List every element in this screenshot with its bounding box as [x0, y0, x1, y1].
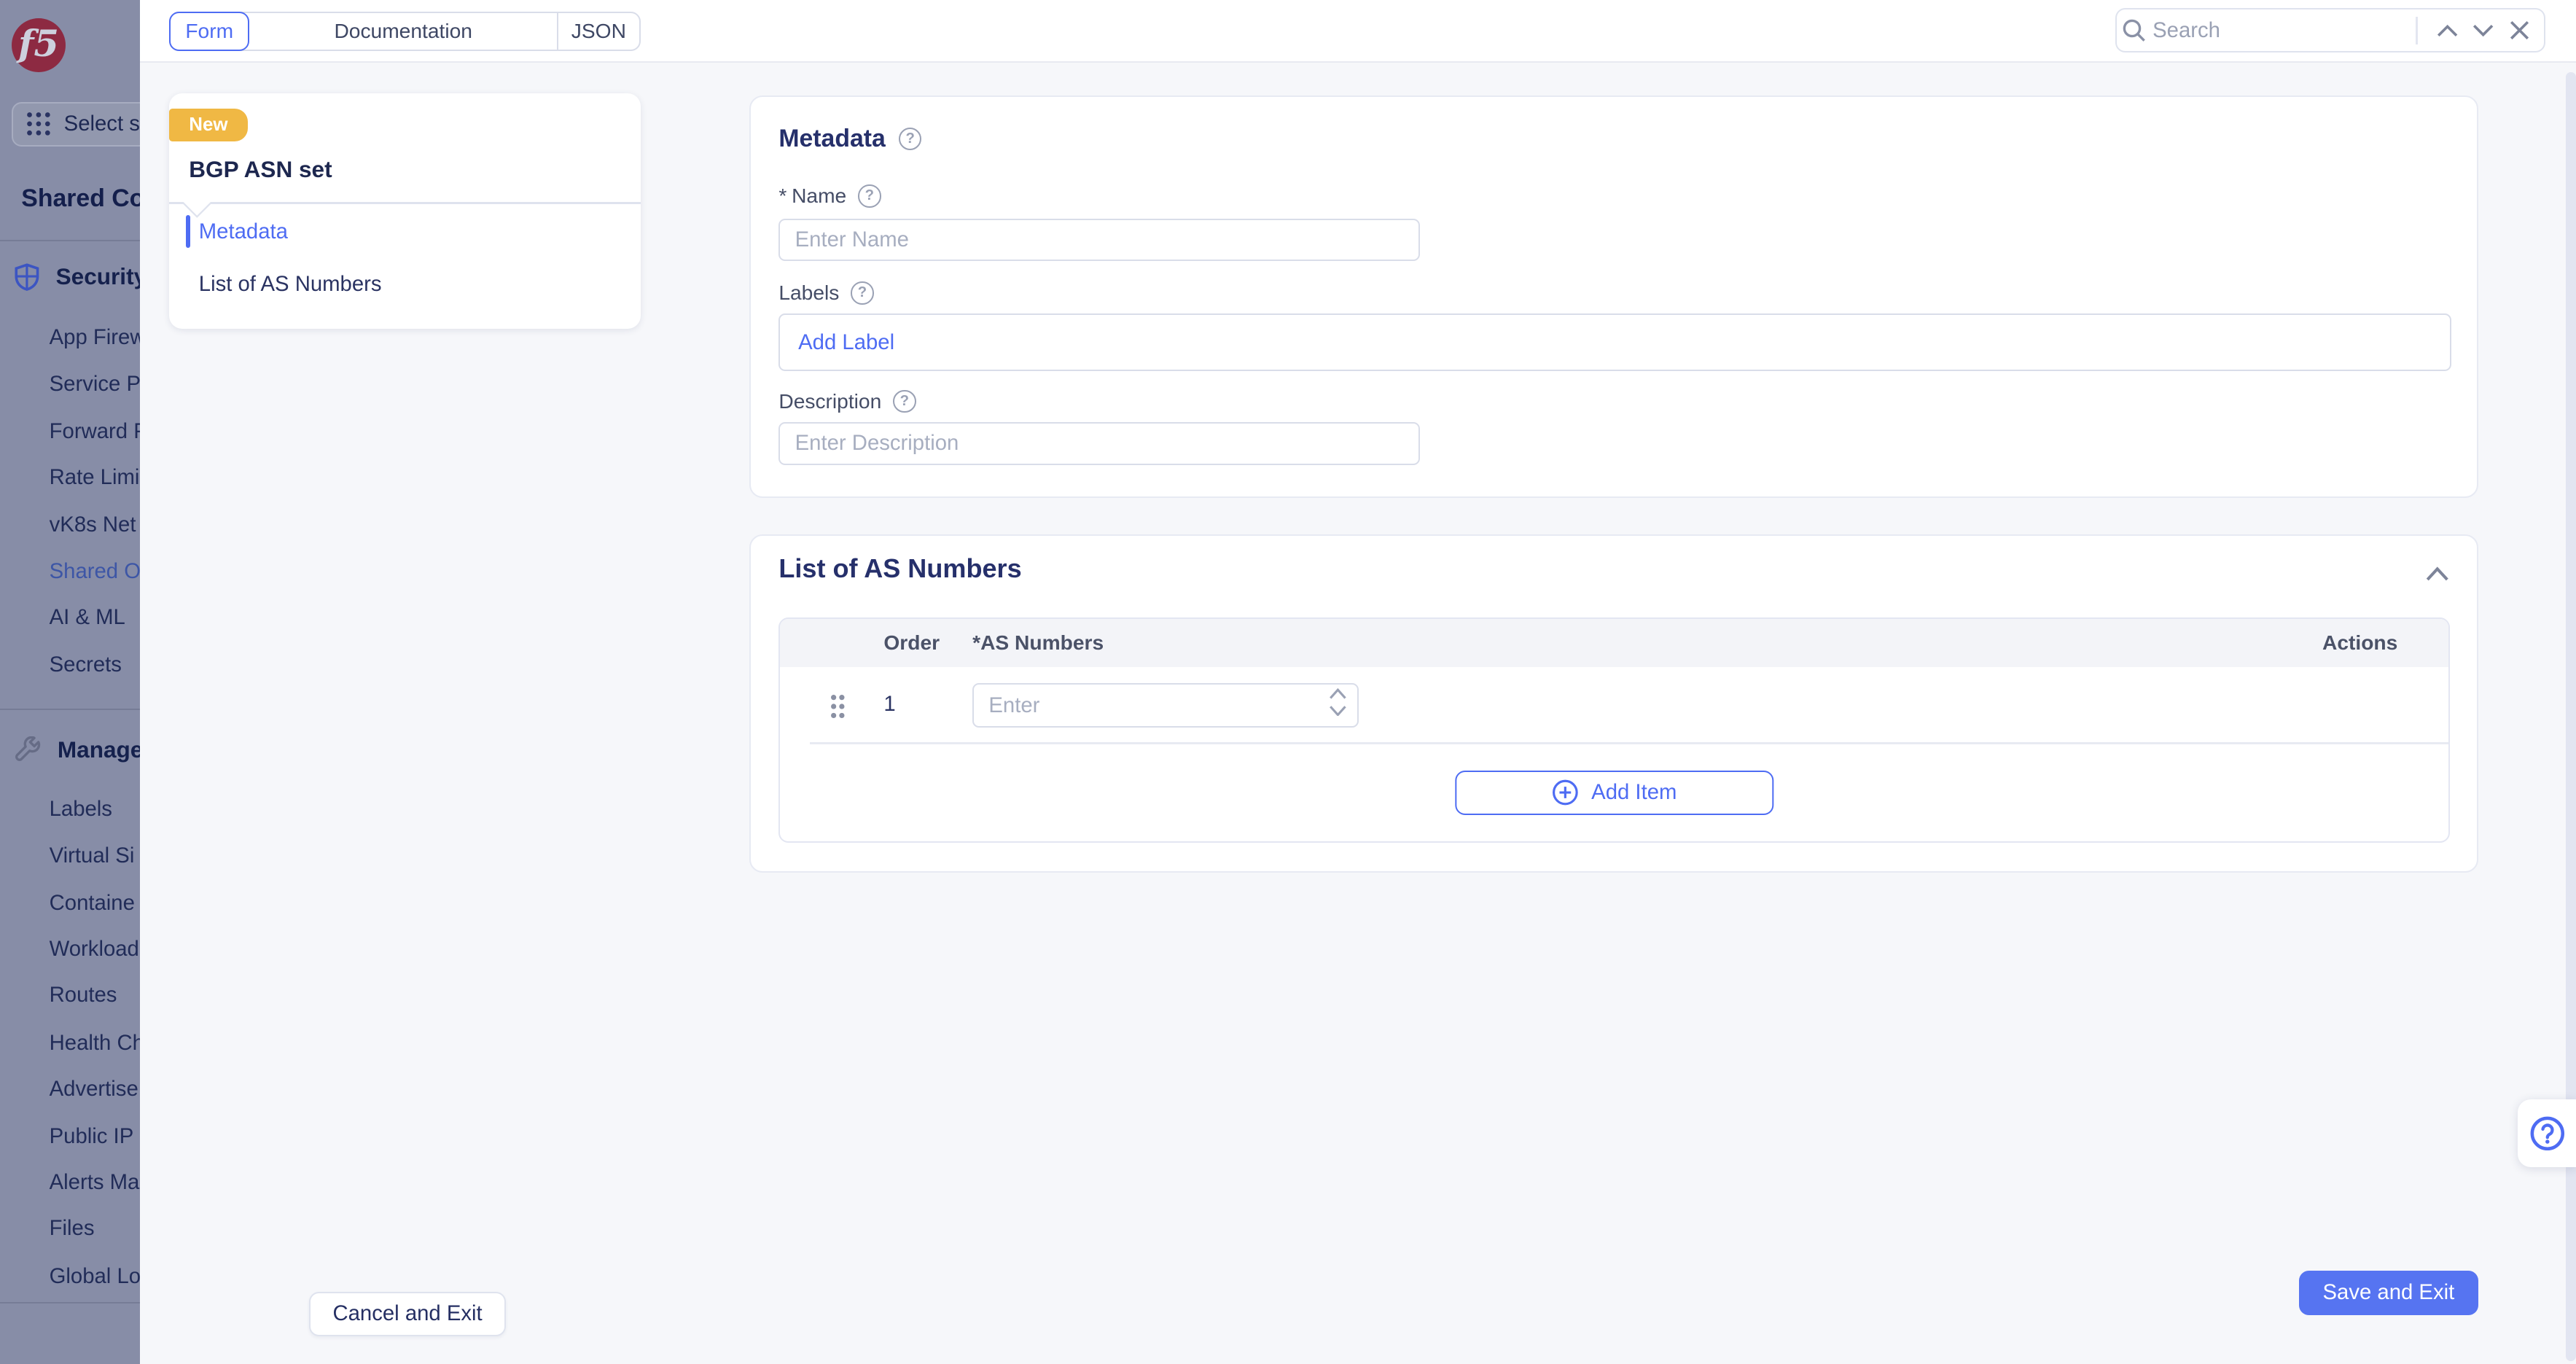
- service-selector-label: Select se: [64, 112, 140, 136]
- description-help-icon[interactable]: ?: [893, 390, 916, 413]
- search-prev-icon[interactable]: [2429, 12, 2465, 49]
- table-row: 1: [780, 667, 2448, 744]
- grid-icon: [26, 112, 51, 136]
- required-marker: *: [778, 184, 787, 207]
- help-question-icon: [2529, 1115, 2566, 1152]
- sidebar-item-workloads[interactable]: Workload: [50, 937, 139, 967]
- metadata-card: Metadata ? *Name ? Labels ? Add Label De…: [749, 96, 2478, 498]
- sidebar-section-label: Security: [56, 263, 140, 290]
- wizard-step-metadata[interactable]: Metadata: [199, 215, 288, 248]
- sidebar-item-rate-limiter[interactable]: Rate Limi: [50, 465, 140, 495]
- sidebar-item-global-log[interactable]: Global Lo: [50, 1264, 140, 1294]
- tab-json[interactable]: JSON: [557, 13, 639, 50]
- search-box: [2115, 8, 2546, 52]
- workspace-title: Shared Co: [21, 184, 139, 213]
- sidebar-item-health-checks[interactable]: Health Ch: [50, 1031, 140, 1061]
- as-numbers-table: Order *AS Numbers Actions: [778, 617, 2450, 843]
- drag-handle-icon[interactable]: [830, 693, 846, 726]
- sidebar-item-service-policies[interactable]: Service P: [50, 372, 140, 402]
- collapse-section-icon[interactable]: [2426, 557, 2449, 588]
- description-input[interactable]: [778, 422, 1419, 465]
- app-viewport: f5 Select se Shared Co Security App Fire…: [0, 0, 2576, 1364]
- vertical-scrollbar[interactable]: [2566, 72, 2576, 1361]
- wizard-divider: [169, 202, 641, 203]
- search-input[interactable]: [2152, 18, 2409, 43]
- sidebar-divider: [0, 709, 140, 710]
- spinner-down-icon[interactable]: [1329, 705, 1347, 717]
- sidebar-divider: [0, 240, 140, 241]
- service-selector-button[interactable]: Select se: [12, 102, 140, 147]
- sidebar-item-containers[interactable]: Containe: [50, 891, 135, 921]
- shield-icon: [15, 263, 39, 291]
- sidebar-item-shared-objects[interactable]: Shared O: [50, 559, 140, 589]
- sidebar-item-files[interactable]: Files: [50, 1216, 95, 1246]
- save-and-exit-button[interactable]: Save and Exit: [2299, 1271, 2478, 1315]
- sidebar-item-routes[interactable]: Routes: [50, 983, 117, 1013]
- column-header-order: Order: [883, 631, 940, 655]
- search-divider: [2416, 17, 2417, 44]
- search-icon: [2117, 12, 2153, 49]
- sidebar-section-label: Manage: [58, 736, 140, 763]
- description-field-label: Description ?: [778, 389, 916, 413]
- metadata-section-title: Metadata: [778, 125, 886, 153]
- tab-form[interactable]: Form: [169, 12, 249, 51]
- sidebar-item-labels[interactable]: Labels: [50, 797, 112, 827]
- table-header-row: Order *AS Numbers Actions: [780, 619, 2448, 666]
- metadata-help-icon[interactable]: ?: [899, 128, 922, 151]
- row-order-value: 1: [883, 692, 895, 717]
- as-number-input[interactable]: [972, 683, 1359, 728]
- labels-help-icon[interactable]: ?: [851, 281, 874, 305]
- search-close-icon[interactable]: [2502, 12, 2538, 49]
- add-item-area: Add Item: [780, 744, 2448, 843]
- search-next-icon[interactable]: [2465, 12, 2502, 49]
- sidebar-item-public-ip[interactable]: Public IP: [50, 1124, 134, 1154]
- sidebar-item-virtual-sites[interactable]: Virtual Si: [50, 843, 135, 873]
- column-header-as-numbers: *AS Numbers: [972, 631, 1104, 655]
- f5-logo: f5: [12, 18, 66, 72]
- spinner-up-icon[interactable]: [1329, 688, 1347, 700]
- sidebar-item-ai-ml[interactable]: AI & ML: [50, 605, 125, 635]
- as-numbers-card: List of AS Numbers Order *AS Numbers Act…: [749, 534, 2478, 873]
- wizard-nav-card: New BGP ASN set Metadata List of AS Numb…: [169, 93, 641, 328]
- name-field-label: *Name ?: [778, 184, 881, 208]
- labels-box: Add Label: [778, 313, 2451, 371]
- name-help-icon[interactable]: ?: [858, 184, 881, 208]
- active-step-indicator: [186, 215, 191, 248]
- sidebar-item-app-firewall[interactable]: App Firew: [50, 325, 140, 355]
- sidebar-item-secrets[interactable]: Secrets: [50, 652, 122, 682]
- sidebar-section-security[interactable]: Security: [15, 263, 139, 291]
- cancel-and-exit-button[interactable]: Cancel and Exit: [309, 1292, 507, 1336]
- sidebar: f5 Select se Shared Co Security App Fire…: [0, 0, 140, 1364]
- new-badge: New: [169, 109, 247, 141]
- view-tabs: Form Documentation JSON: [169, 12, 641, 51]
- sidebar-item-advertise-policies[interactable]: Advertise: [50, 1077, 138, 1107]
- sidebar-item-forward-proxy[interactable]: Forward P: [50, 419, 140, 449]
- number-spinner: [1329, 688, 1347, 716]
- as-numbers-section-title: List of AS Numbers: [778, 553, 1021, 584]
- wrench-icon: [15, 736, 41, 763]
- help-fab-button[interactable]: [2518, 1099, 2576, 1166]
- sidebar-section-manage[interactable]: Manage: [15, 736, 139, 763]
- wizard-title: BGP ASN set: [189, 156, 332, 183]
- form-header: Form Documentation JSON: [140, 0, 2576, 63]
- name-input[interactable]: [778, 219, 1419, 262]
- form-body: New BGP ASN set Metadata List of AS Numb…: [140, 63, 2576, 1364]
- sidebar-divider: [0, 1302, 140, 1303]
- sidebar-item-alerts-management[interactable]: Alerts Ma: [50, 1170, 140, 1200]
- labels-field-label: Labels ?: [778, 281, 873, 305]
- plus-circle-icon: [1552, 779, 1578, 806]
- tab-documentation[interactable]: Documentation: [249, 13, 557, 50]
- sidebar-item-vk8s-networks[interactable]: vK8s Net: [50, 513, 136, 542]
- wizard-step-as-numbers[interactable]: List of AS Numbers: [199, 268, 382, 300]
- column-header-actions: Actions: [2322, 631, 2397, 655]
- add-label-link[interactable]: Add Label: [798, 330, 894, 355]
- add-item-button[interactable]: Add Item: [1455, 771, 1773, 815]
